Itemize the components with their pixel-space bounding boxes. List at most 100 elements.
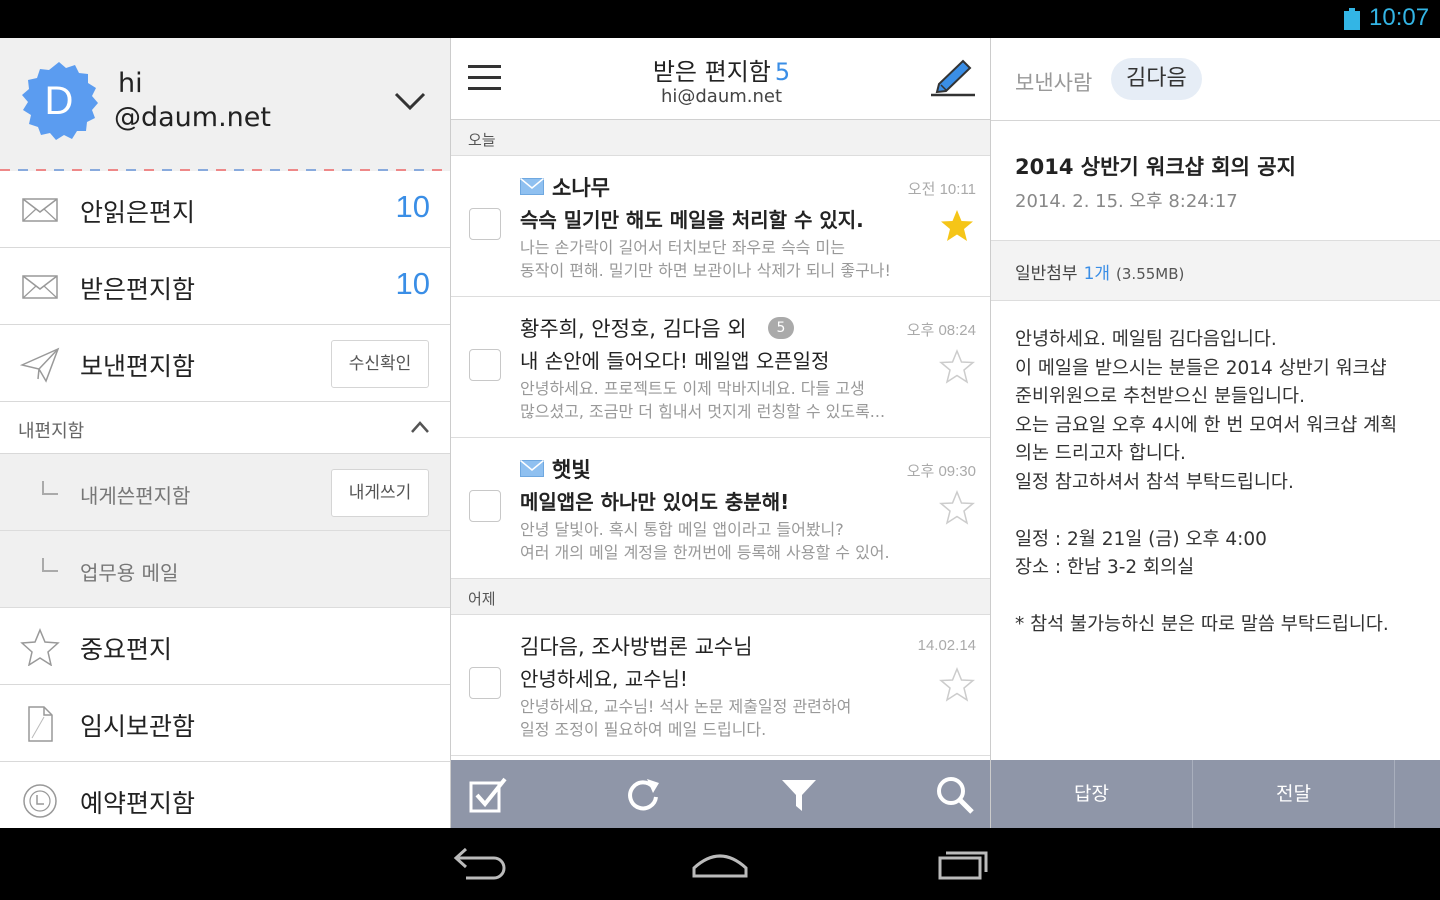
mail-checkbox[interactable]	[469, 667, 501, 699]
sidebar-item-label: 중요편지	[80, 635, 173, 664]
mail-subject-title: 2014 상반기 워크샵 회의 공지	[1015, 155, 1296, 179]
mail-preview-line: 안녕하세요, 교수님! 석사 논문 제출일정 관련하여	[520, 697, 852, 716]
date-separator-today: 오늘	[451, 120, 990, 156]
subfolder-corner-icon	[42, 558, 58, 572]
mail-subject: 메일앱은 하나만 있어도 충분해!	[520, 490, 790, 514]
search-icon[interactable]	[935, 775, 975, 815]
attachment-row[interactable]: 일반첨부 1개 (3.55MB)	[991, 241, 1440, 301]
back-icon[interactable]	[448, 846, 508, 882]
mail-preview: 안녕 달빛아. 혹시 통합 메일 앱이라고 들어봤니? 여러 개의 메일 계정을…	[520, 518, 950, 564]
reading-pane: 보낸사람 김다음 2014 상반기 워크샵 회의 공지 2014. 2. 15.…	[991, 38, 1440, 828]
clock-icon	[23, 784, 57, 818]
unread-envelope-icon	[520, 178, 544, 195]
account-header[interactable]: D hi @daum.net	[0, 38, 450, 172]
envelope-icon	[22, 275, 58, 299]
mail-checkbox[interactable]	[469, 208, 501, 240]
chevron-up-icon[interactable]	[410, 420, 430, 434]
status-clock: 10:07	[1369, 4, 1430, 31]
sidebar-item-scheduled[interactable]: 예약편지함	[0, 762, 450, 828]
mail-subject: 내 손안에 들어오다! 메일앱 오픈일정	[520, 349, 830, 373]
mail-body-line: 오는 금요일 오후 4시에 한 번 모여서 워크샵 계획	[1015, 414, 1398, 436]
document-icon	[28, 706, 53, 742]
status-bar: 10:07	[0, 0, 1440, 38]
sidebar-item-unread[interactable]: 안읽은편지 10	[0, 171, 450, 248]
refresh-icon[interactable]	[623, 775, 663, 815]
sender-chip[interactable]: 김다음	[1111, 58, 1202, 100]
mail-body-line: 안녕하세요. 메일팀 김다음입니다.	[1015, 329, 1277, 350]
mail-preview: 나는 손가락이 길어서 터치보단 좌우로 슥슥 미는 동작이 편해. 밀기만 하…	[520, 236, 950, 282]
mail-time: 오후 08:24	[906, 322, 976, 339]
folder-title: 받은 편지함 5	[451, 52, 990, 87]
mail-checkbox[interactable]	[469, 349, 501, 381]
mail-sender: 소나무	[552, 176, 610, 200]
mail-body-line: 준비위원으로 추천받으신 분들입니다.	[1015, 386, 1305, 407]
mail-list-item[interactable]: 황주희, 안정호, 김다음 외 5 오후 08:24 내 손안에 들어오다! 메…	[451, 297, 990, 438]
mail-sender: 황주희, 안정호, 김다음 외	[520, 317, 747, 341]
sidebar-item-sent[interactable]: 보낸편지함 수신확인	[0, 325, 450, 402]
mail-body-line: 일정 참고하셔서 참석 부탁드립니다.	[1015, 471, 1294, 493]
mail-sender: 햇빛	[552, 458, 591, 482]
forward-button[interactable]: 전달	[1193, 760, 1394, 828]
mail-body: 안녕하세요. 메일팀 김다음입니다. 이 메일을 받으시는 분들은 2014 상…	[1015, 326, 1425, 640]
date-separator-label: 어제	[468, 590, 496, 608]
list-toolbar	[451, 760, 990, 828]
mail-preview: 안녕하세요. 프로젝트도 이제 막바지네요. 다들 고생 많으셨고, 조금만 더…	[520, 377, 950, 423]
select-all-checkbox-icon[interactable]	[468, 775, 508, 815]
folder-account: hi@daum.net	[660, 86, 783, 107]
account-domain: @daum.net	[114, 102, 271, 133]
mail-body-line: 장소 : 한남 3-2 회의실	[1015, 557, 1195, 578]
mail-preview-line: 안녕 달빛아. 혹시 통합 메일 앱이라고 들어봤니?	[520, 520, 844, 539]
mail-body-line	[1015, 583, 1425, 612]
read-receipt-button[interactable]: 수신확인	[331, 340, 429, 388]
sidebar-item-label: 예약편지함	[80, 789, 196, 818]
write-to-self-button[interactable]: 내게쓰기	[331, 469, 429, 517]
mail-preview-line: 동작이 편해. 밀기만 하면 보관이나 삭제가 되니 좋구나!	[520, 261, 891, 280]
chevron-down-icon[interactable]	[393, 90, 427, 112]
folder-unread-count: 5	[774, 58, 791, 86]
mail-body-line	[1015, 497, 1425, 526]
mail-preview-line: 일정 조정이 필요하여 메일 드립니다.	[520, 720, 767, 739]
sidebar-item-self-sent[interactable]: 내게쓴편지함 내게쓰기	[0, 454, 450, 531]
mail-preview: 안녕하세요, 교수님! 석사 논문 제출일정 관련하여 일정 조정이 필요하여 …	[520, 695, 950, 741]
mail-list-item[interactable]: 김다음, 조사방법론 교수님 14.02.14 안녕하세요, 교수님! 안녕하세…	[451, 615, 990, 756]
mail-body-line: 일정 : 2월 21일 (금) 오후 4:00	[1015, 528, 1267, 550]
date-separator-label: 오늘	[468, 131, 496, 149]
mail-body-line: 이 메일을 받으시는 분들은 2014 상반기 워크샵	[1015, 357, 1387, 379]
sidebar-item-label: 안읽은편지	[80, 198, 196, 227]
recent-apps-icon[interactable]	[932, 846, 992, 882]
mail-list-pane: 받은 편지함 5 hi@daum.net 오늘 소나무 오전 10:11 슥슥 밀…	[450, 38, 991, 828]
sidebar-item-label: 보낸편지함	[80, 352, 196, 381]
mail-list-item[interactable]: 소나무 오전 10:11 슥슥 밀기만 해도 메일을 처리할 수 있지. 나는 …	[451, 156, 990, 297]
mail-checkbox[interactable]	[469, 490, 501, 522]
sidebar-item-label: 받은편지함	[80, 275, 196, 304]
from-label: 보낸사람	[1015, 71, 1093, 95]
navigation-bar	[0, 828, 1440, 900]
attachment-size: (3.55MB)	[1116, 265, 1185, 283]
folder-title-text: 받은 편지함	[652, 58, 771, 86]
star-filled-icon[interactable]	[939, 208, 975, 244]
toolbar-divider	[1394, 760, 1395, 828]
sidebar-item-starred[interactable]: 중요편지	[0, 608, 450, 685]
my-folders-header[interactable]: 내편지함	[0, 402, 450, 454]
filter-icon[interactable]	[779, 775, 819, 815]
sidebar-item-drafts[interactable]: 임시보관함	[0, 685, 450, 762]
sidebar-item-inbox[interactable]: 받은편지함 10	[0, 248, 450, 325]
mail-preview-line: 나는 손가락이 길어서 터치보단 좌우로 슥슥 미는	[520, 238, 845, 257]
star-outline-icon[interactable]	[939, 667, 975, 703]
mail-time: 오전 10:11	[907, 181, 976, 198]
sidebar: D hi @daum.net 안읽은편지 10 받은편지함 10 보낸편지함 수…	[0, 38, 450, 828]
envelope-icon	[22, 198, 58, 222]
unread-envelope-icon	[520, 460, 544, 477]
thread-count-badge: 5	[768, 317, 794, 339]
compose-pencil-icon[interactable]	[929, 58, 977, 98]
sidebar-item-work-mail[interactable]: 업무용 메일	[0, 531, 450, 608]
star-outline-icon[interactable]	[939, 349, 975, 385]
attachment-summary: 일반첨부 1개 (3.55MB)	[1015, 259, 1184, 284]
avatar-letter: D	[44, 79, 74, 123]
sidebar-item-label: 업무용 메일	[80, 561, 179, 585]
mail-time: 14.02.14	[917, 637, 976, 654]
mail-list-item[interactable]: 햇빛 오후 09:30 메일앱은 하나만 있어도 충분해! 안녕 달빛아. 혹시…	[451, 438, 990, 579]
star-outline-icon[interactable]	[939, 490, 975, 526]
reply-button[interactable]: 답장	[991, 760, 1192, 828]
home-icon[interactable]	[690, 846, 750, 882]
